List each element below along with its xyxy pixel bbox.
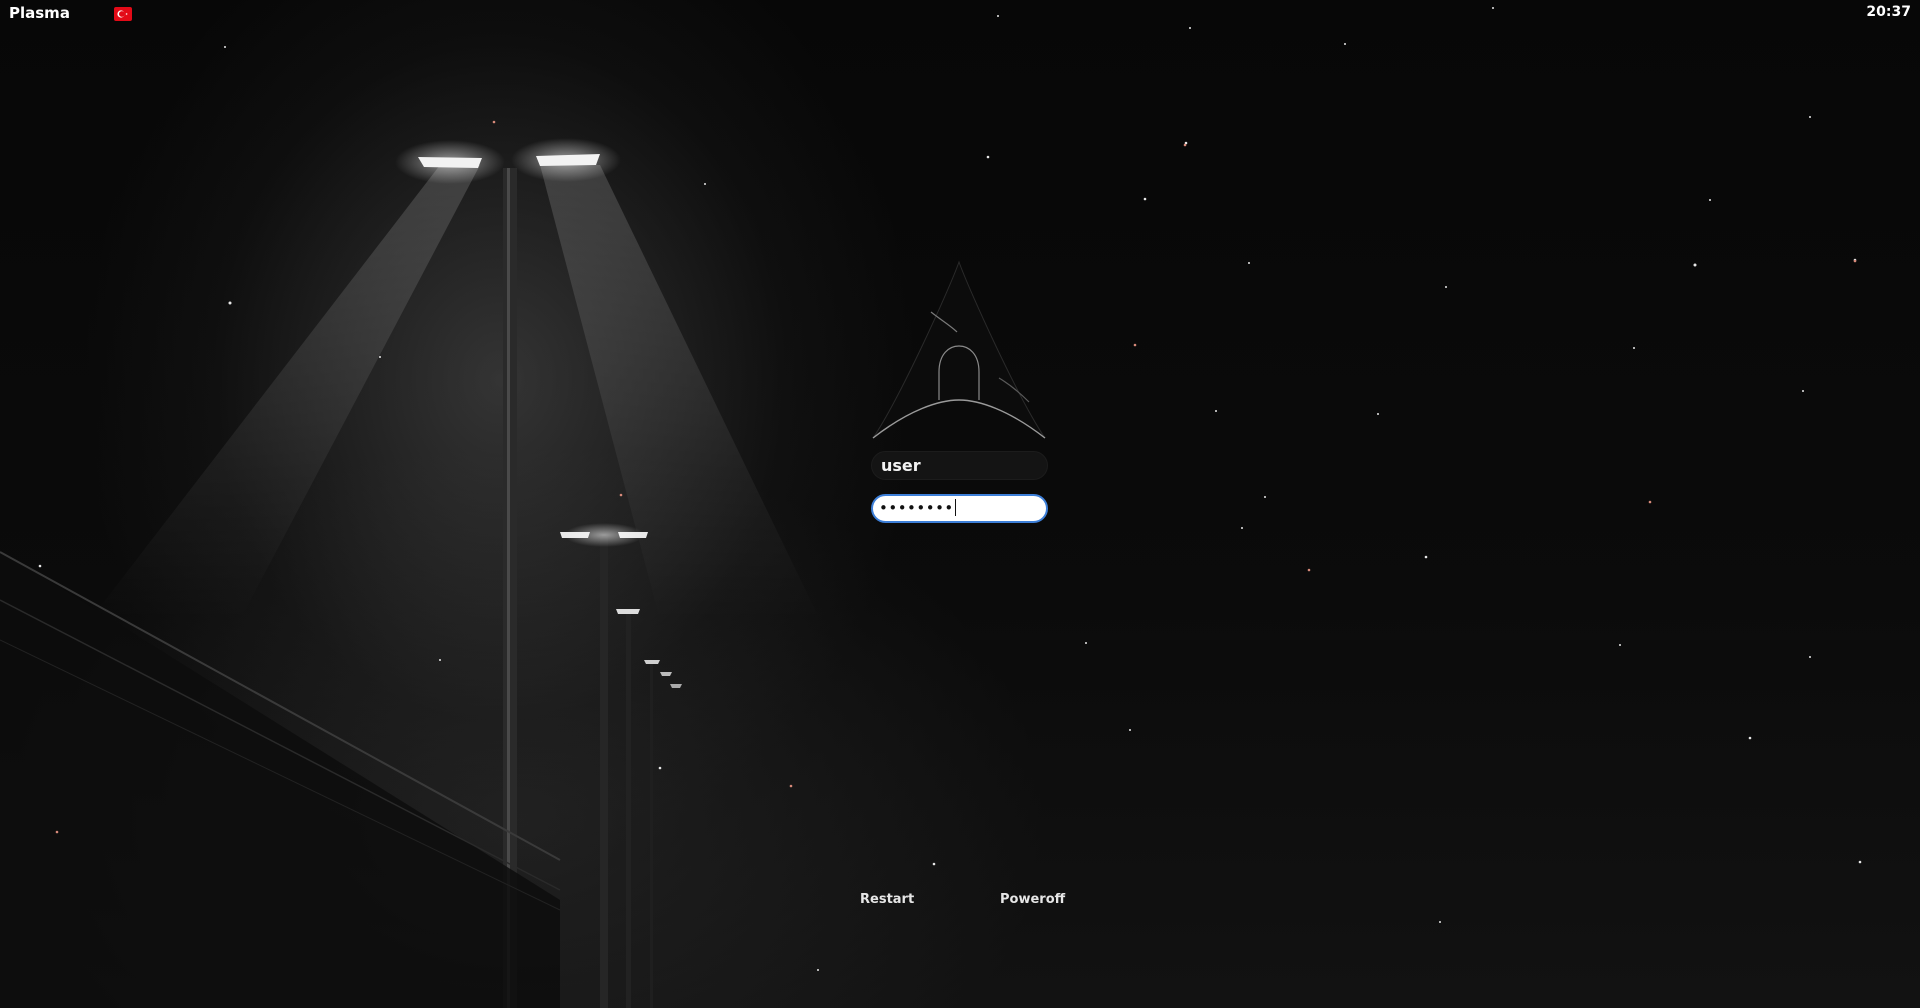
session-selector[interactable]: Plasma xyxy=(9,4,70,22)
username-field[interactable]: user xyxy=(871,451,1048,480)
turkey-flag-icon[interactable] xyxy=(114,7,132,21)
password-mask: •••••••• xyxy=(879,499,954,517)
clock: 20:37 xyxy=(1866,4,1911,20)
poweroff-button[interactable]: Poweroff xyxy=(1000,892,1065,907)
arch-linux-logo-icon xyxy=(872,260,1046,439)
password-field[interactable]: •••••••• xyxy=(871,494,1048,523)
text-caret xyxy=(954,499,956,516)
login-screen: Plasma 20:37 user •••••••• Restart Power… xyxy=(0,0,1920,1008)
restart-button[interactable]: Restart xyxy=(860,892,914,907)
